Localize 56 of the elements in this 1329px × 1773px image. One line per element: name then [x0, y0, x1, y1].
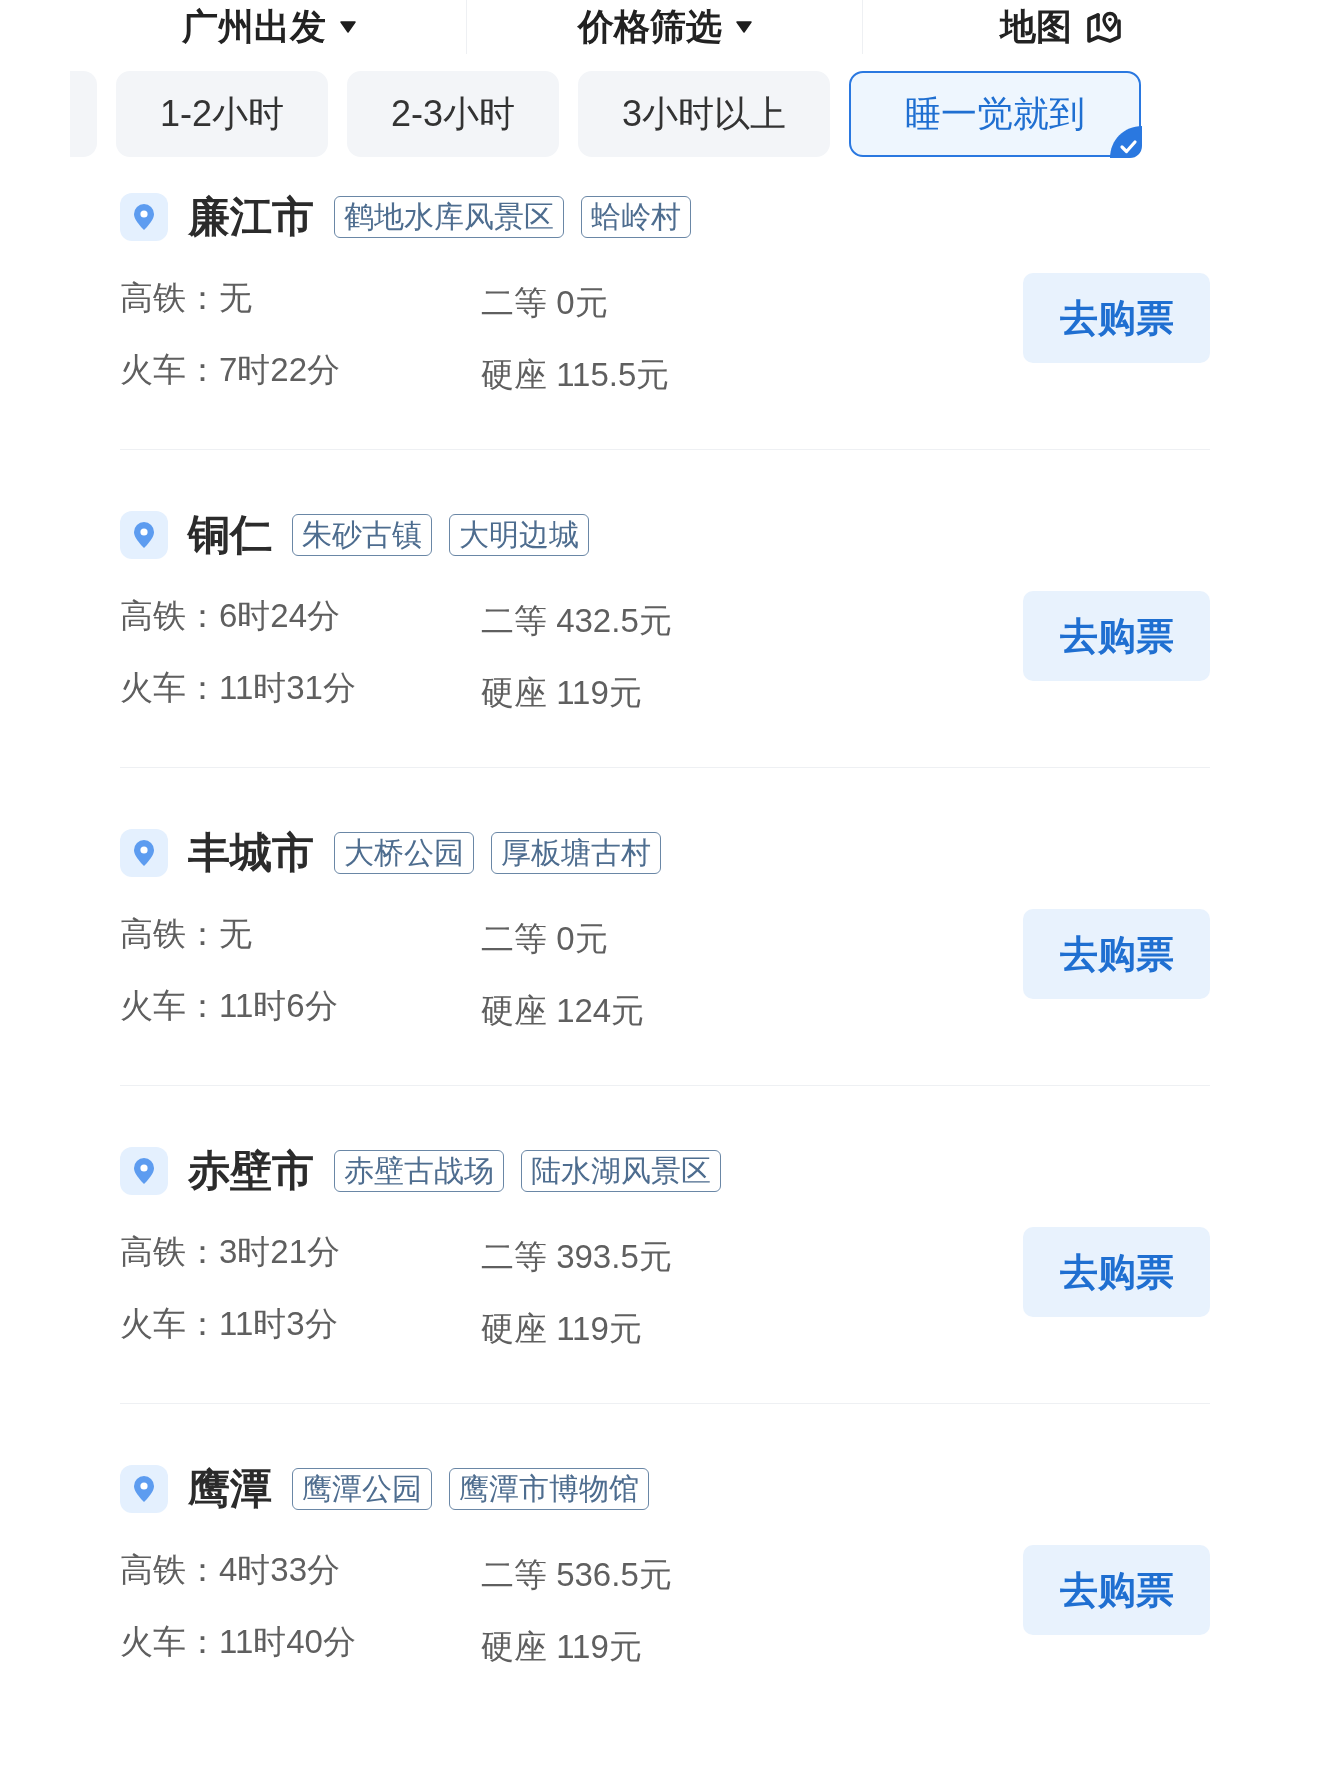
- city-name: 丰城市: [188, 828, 314, 878]
- location-pin-icon: [120, 829, 168, 877]
- dropdown-button[interactable]: 价格筛选: [577, 2, 752, 52]
- train-time: 火车：11时40分: [120, 1622, 356, 1662]
- attraction-tag: 朱砂古镇: [292, 514, 432, 556]
- buy-ticket-button[interactable]: 去购票: [1023, 1545, 1210, 1635]
- train-time: 火车：11时31分: [120, 668, 356, 708]
- second-class-price: 二等 0元: [481, 283, 608, 323]
- buy-ticket-button[interactable]: 去购票: [1023, 591, 1210, 681]
- city-name: 鹰潭: [188, 1464, 272, 1514]
- filter-chip[interactable]: 3小时以上: [578, 71, 831, 157]
- city-name: 赤壁市: [188, 1146, 314, 1196]
- city-name: 廉江市: [188, 192, 314, 242]
- location-pin-icon: [120, 1465, 168, 1513]
- attraction-tag: 陆水湖风景区: [521, 1150, 721, 1192]
- buy-ticket-button[interactable]: 去购票: [1023, 909, 1210, 999]
- dropdown-button[interactable]: 广州出发: [181, 2, 356, 52]
- hard-seat-price: 硬座 115.5元: [481, 355, 670, 395]
- attraction-tag: 赤壁古战场: [334, 1150, 504, 1192]
- second-class-price: 二等 432.5元: [481, 601, 672, 641]
- second-class-price: 二等 0元: [481, 919, 608, 959]
- high-speed-rail-time: 高铁：无: [120, 914, 252, 954]
- caret-icon: [339, 21, 356, 33]
- train-time: 火车：7时22分: [120, 350, 341, 390]
- map-button[interactable]: 地图: [999, 2, 1122, 52]
- check-badge-icon: [1109, 125, 1142, 158]
- caret-icon: [735, 21, 752, 33]
- hard-seat-price: 硬座 119元: [481, 1627, 642, 1667]
- second-class-price: 二等 536.5元: [481, 1555, 672, 1595]
- attraction-tag: 鹰潭公园: [292, 1468, 432, 1510]
- attraction-tag: 鹰潭市博物馆: [449, 1468, 649, 1510]
- high-speed-rail-time: 高铁：3时21分: [120, 1232, 341, 1272]
- train-time: 火车：11时6分: [120, 986, 338, 1026]
- attraction-tag: 大桥公园: [334, 832, 474, 874]
- attraction-tag: 大明边城: [449, 514, 589, 556]
- attraction-tag: 蛤岭村: [581, 196, 691, 238]
- location-pin-icon: [120, 193, 168, 241]
- filter-chip[interactable]: 1-2小时: [116, 71, 329, 157]
- city-name: 铜仁: [188, 510, 272, 560]
- filter-chip[interactable]: 睡一觉就到: [849, 71, 1142, 157]
- buy-ticket-button[interactable]: 去购票: [1023, 273, 1210, 363]
- filter-chip[interactable]: 2-3小时: [347, 71, 560, 157]
- hard-seat-price: 硬座 119元: [481, 1309, 642, 1349]
- high-speed-rail-time: 高铁：4时33分: [120, 1550, 341, 1590]
- location-pin-icon: [120, 1147, 168, 1195]
- hard-seat-price: 硬座 124元: [481, 991, 645, 1031]
- high-speed-rail-time: 高铁：无: [120, 278, 252, 318]
- hard-seat-price: 硬座 119元: [481, 673, 642, 713]
- high-speed-rail-time: 高铁：6时24分: [120, 596, 341, 636]
- attraction-tag: 鹤地水库风景区: [334, 196, 564, 238]
- buy-ticket-button[interactable]: 去购票: [1023, 1227, 1210, 1317]
- location-pin-icon: [120, 511, 168, 559]
- train-time: 火车：11时3分: [120, 1304, 338, 1344]
- second-class-price: 二等 393.5元: [481, 1237, 672, 1277]
- map-pin-icon: [1085, 10, 1122, 44]
- attraction-tag: 厚板塘古村: [491, 832, 661, 874]
